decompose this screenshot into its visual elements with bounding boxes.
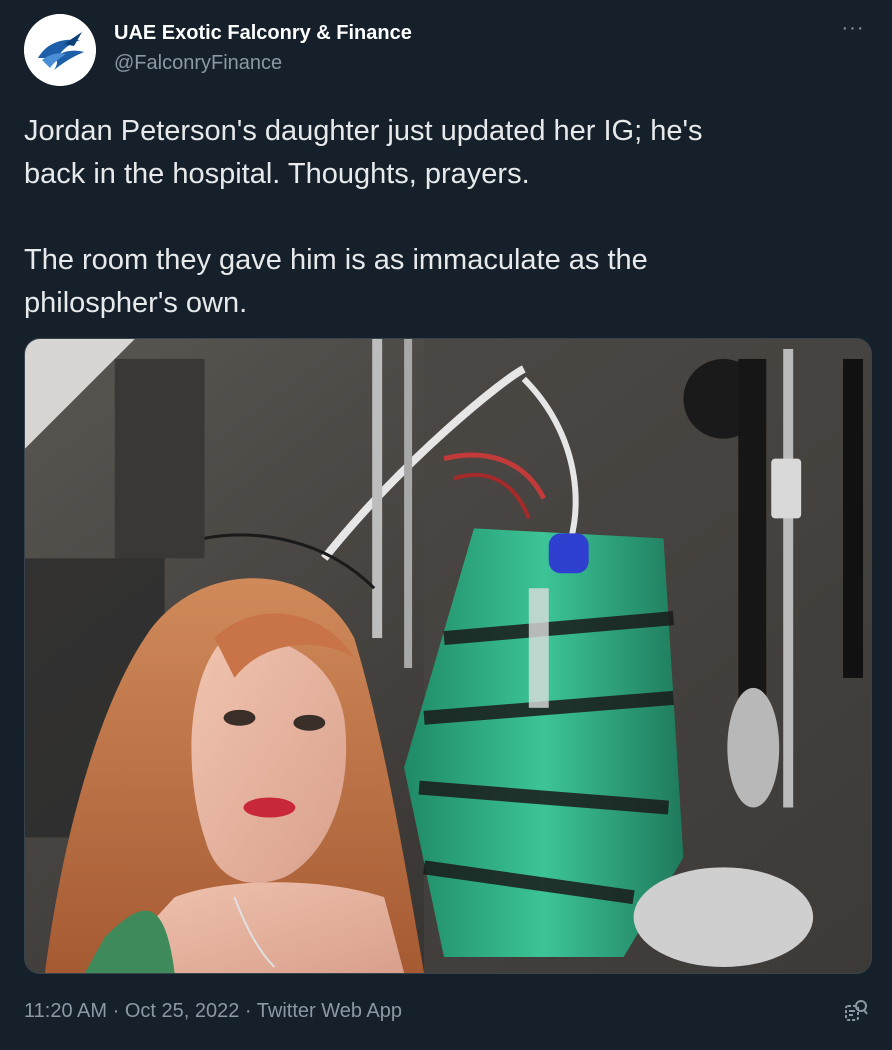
author-name[interactable]: UAE Exotic Falconry & Finance [114,22,412,45]
tweet-analytics-icon[interactable] [842,998,870,1026]
tweet-photo[interactable] [24,338,872,974]
tweet-card: UAE Exotic Falconry & Finance @FalconryF… [0,0,892,1050]
meta-separator: · [107,1000,125,1022]
avatar[interactable] [24,14,96,86]
more-options-icon[interactable]: ··· [838,18,868,48]
photo-illustration [25,339,871,973]
tweet-source[interactable]: Twitter Web App [257,1000,402,1022]
falcon-logo-icon [24,14,96,86]
meta-separator: · [239,1000,257,1022]
author-handle[interactable]: @FalconryFinance [114,52,282,75]
tweet-time[interactable]: 11:20 AM [24,1000,107,1022]
tweet-date[interactable]: Oct 25, 2022 [125,1000,240,1022]
tweet-metadata: 11:20 AM · Oct 25, 2022 · Twitter Web Ap… [24,1000,402,1023]
tweet-header: UAE Exotic Falconry & Finance @FalconryF… [24,14,868,86]
tweet-text: Jordan Peterson's daughter just updated … [24,115,703,319]
